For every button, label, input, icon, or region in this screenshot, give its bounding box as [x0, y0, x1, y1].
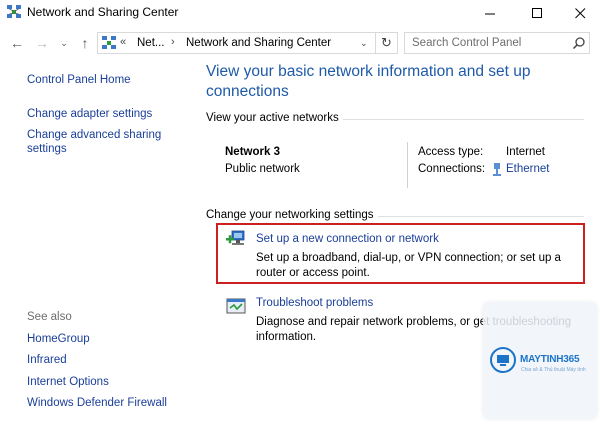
network-center-icon: [7, 5, 21, 18]
breadcrumb-overflow-icon[interactable]: «: [120, 36, 126, 48]
page-title: View your basic network information and …: [206, 63, 531, 100]
search-icon[interactable]: [572, 36, 586, 50]
see-also-internet-options-link[interactable]: Internet Options: [27, 375, 109, 389]
back-button[interactable]: ←: [8, 34, 26, 52]
troubleshoot-icon: [226, 298, 246, 314]
arrow-right-icon: →: [35, 35, 49, 51]
minimize-icon: [484, 13, 495, 14]
refresh-button[interactable]: ↻: [376, 32, 398, 54]
change-settings-heading: Change your networking settings: [206, 209, 378, 221]
access-type-label: Access type:: [418, 146, 484, 158]
up-button[interactable]: ↑: [76, 34, 94, 52]
recent-locations-button[interactable]: ⌄: [58, 34, 70, 52]
highlight-box: [216, 223, 585, 284]
network-center-icon: [102, 36, 116, 49]
ethernet-connection-link[interactable]: Ethernet: [506, 163, 549, 175]
watermark-tagline: Chia sẻ & Thủ thuật Máy tính: [521, 367, 586, 373]
title-bar: Network and Sharing Center: [0, 0, 600, 26]
close-icon: [574, 7, 585, 18]
watermark-brand: MAYTINH365: [520, 354, 580, 365]
network-name: Network 3: [225, 146, 280, 158]
maximize-button[interactable]: [515, 0, 559, 26]
breadcrumb-network-internet[interactable]: Net...: [137, 37, 164, 49]
close-button[interactable]: [558, 0, 600, 26]
connections-label: Connections:: [418, 163, 486, 175]
see-also-firewall-link[interactable]: Windows Defender Firewall: [27, 396, 167, 410]
address-dropdown-icon[interactable]: ⌄: [360, 38, 368, 49]
see-also-homegroup-link[interactable]: HomeGroup: [27, 332, 90, 346]
change-adapter-settings-link[interactable]: Change adapter settings: [27, 107, 152, 121]
navigation-bar: ← → ⌄ ↑ « Net... › Network and Sharing C…: [0, 30, 600, 56]
breadcrumb-network-sharing-center[interactable]: Network and Sharing Center: [186, 37, 331, 49]
see-also-infrared-link[interactable]: Infrared: [27, 353, 67, 367]
change-advanced-sharing-link[interactable]: Change advanced sharing settings: [27, 128, 177, 156]
see-also-heading: See also: [27, 311, 72, 323]
arrow-left-icon: ←: [10, 35, 24, 51]
address-bar[interactable]: « Net... › Network and Sharing Center ⌄: [97, 32, 376, 54]
ethernet-icon[interactable]: [492, 163, 502, 177]
search-input[interactable]: [405, 33, 569, 53]
minimize-button[interactable]: [468, 0, 512, 26]
active-networks-heading: View your active networks: [206, 112, 343, 124]
window-title: Network and Sharing Center: [27, 5, 179, 19]
network-type-link: Public network: [225, 163, 300, 175]
watermark: MAYTINH365 Chia sẻ & Thủ thuật Máy tính: [483, 302, 597, 419]
refresh-icon: ↻: [381, 35, 392, 50]
search-box[interactable]: [404, 32, 590, 54]
access-type-value: Internet: [506, 146, 545, 158]
chevron-down-icon: ⌄: [60, 37, 68, 48]
network-info-divider: [407, 142, 408, 188]
arrow-up-icon: ↑: [81, 35, 89, 51]
maximize-icon: [531, 7, 542, 18]
troubleshoot-problems-link[interactable]: Troubleshoot problems: [256, 297, 373, 309]
forward-button[interactable]: →: [33, 34, 51, 52]
control-panel-home-link[interactable]: Control Panel Home: [27, 73, 131, 87]
watermark-logo-icon: [490, 347, 516, 373]
breadcrumb-separator-icon[interactable]: ›: [171, 36, 175, 48]
